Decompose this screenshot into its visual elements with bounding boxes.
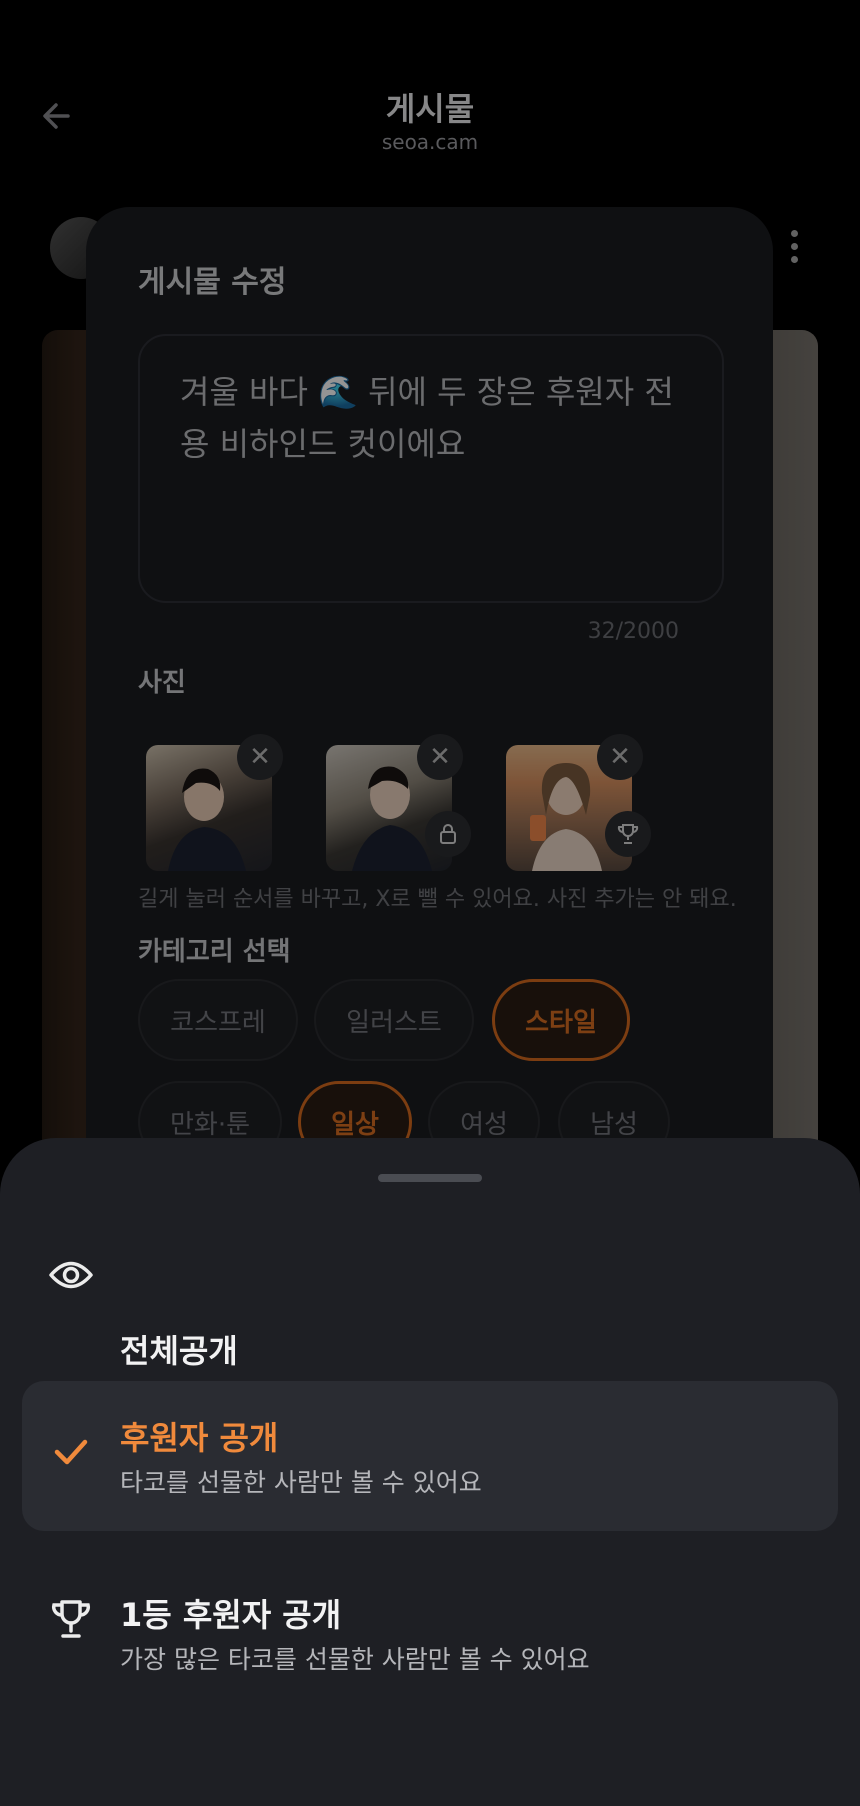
option-label: 1등 후원자 공개 [120, 1596, 342, 1634]
option-description: 타코를 선물한 사람만 볼 수 있어요 [120, 1468, 482, 1497]
option-description: 가장 많은 타코를 선물한 사람만 볼 수 있어요 [120, 1645, 590, 1674]
visibility-option-top-supporter[interactable]: 1등 후원자 공개 가장 많은 타코를 선물한 사람만 볼 수 있어요 [22, 1564, 838, 1714]
option-label: 전체공개 [120, 1332, 238, 1370]
visibility-option-supporters[interactable]: 후원자 공개 타코를 선물한 사람만 볼 수 있어요 [22, 1381, 838, 1531]
eye-icon [48, 1252, 94, 1298]
visibility-option-public[interactable]: 전체공개 모든 사람이 볼 수 있어요 [22, 1234, 838, 1408]
visibility-bottom-sheet: 전체공개 모든 사람이 볼 수 있어요 후원자 공개 타코를 선물한 사람만 볼… [0, 1138, 860, 1806]
check-icon [48, 1429, 94, 1475]
trophy-icon [48, 1596, 94, 1642]
option-label: 후원자 공개 [120, 1419, 279, 1457]
sheet-drag-handle[interactable] [378, 1174, 482, 1182]
